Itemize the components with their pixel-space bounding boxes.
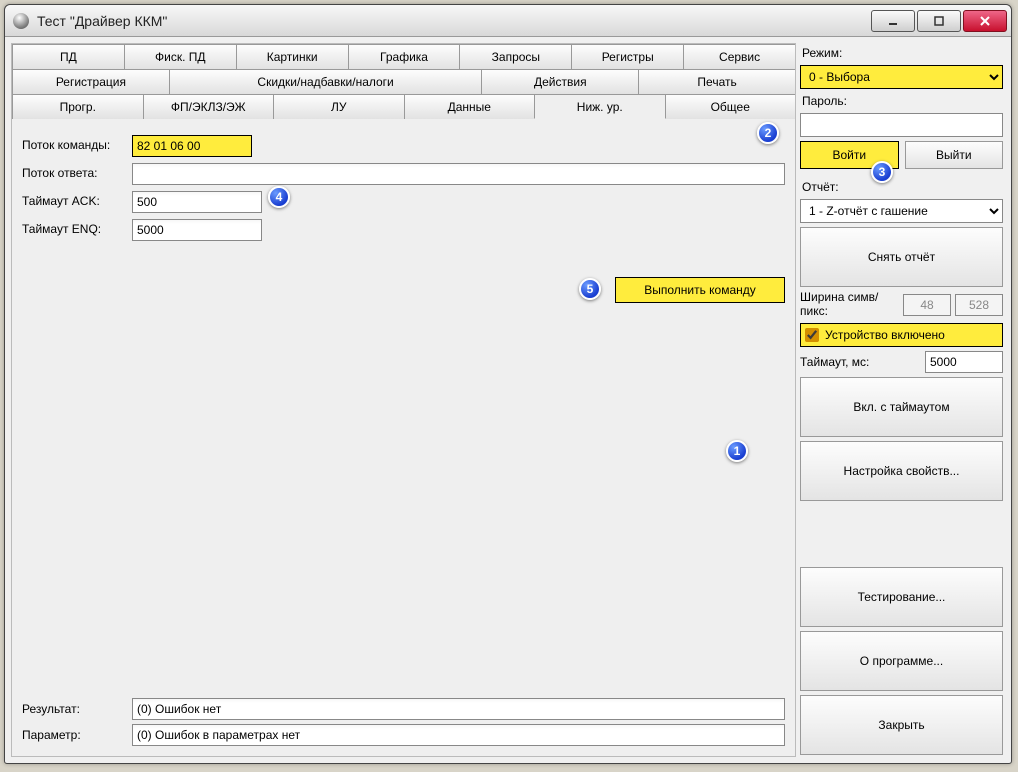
device-on-checkbox[interactable] [805,328,819,342]
tab-print[interactable]: Печать [638,69,796,94]
about-button[interactable]: О программе... [800,631,1003,691]
mode-label: Режим: [800,45,1003,61]
tab-fisk-pd[interactable]: Фиск. ПД [124,44,237,69]
maximize-button[interactable] [917,10,961,32]
callout-3: 3 [871,161,893,183]
tab-discounts[interactable]: Скидки/надбавки/налоги [169,69,483,94]
timeout-label: Таймаут, мс: [800,355,919,369]
result-input[interactable] [132,698,785,720]
mode-select[interactable]: 0 - Выбора [800,65,1003,89]
ack-timeout-label: Таймаут ACK: [22,191,132,210]
close-window-button[interactable] [963,10,1007,32]
tab-general[interactable]: Общее [665,94,797,119]
tab-progr[interactable]: Прогр. [12,94,144,119]
callout-1: 1 [726,440,748,462]
timeout-input[interactable] [925,351,1003,373]
tab-fp[interactable]: ФП/ЭКЛЗ/ЭЖ [143,94,275,119]
close-button[interactable]: Закрыть [800,695,1003,755]
device-on-label: Устройство включено [825,328,945,342]
tab-low-level[interactable]: Ниж. ур. [534,94,666,119]
resp-stream-input[interactable] [132,163,785,185]
right-panel: Режим: 0 - Выбора Пароль: Войти Выйти 3 … [800,43,1005,757]
ack-timeout-input[interactable] [132,191,262,213]
tab-queries[interactable]: Запросы [459,44,572,69]
logout-button[interactable]: Выйти [905,141,1004,169]
settings-button[interactable]: Настройка свойств... [800,441,1003,501]
cmd-stream-label: Поток команды: [22,135,132,154]
width-chars-input[interactable] [903,294,951,316]
testing-button[interactable]: Тестирование... [800,567,1003,627]
password-input[interactable] [800,113,1003,137]
cmd-stream-input[interactable] [132,135,252,157]
param-input[interactable] [132,724,785,746]
param-label: Параметр: [22,728,132,742]
enq-timeout-input[interactable] [132,219,262,241]
callout-5: 5 [579,278,601,300]
main-panel: ПД Фиск. ПД Картинки Графика Запросы Рег… [11,43,796,757]
callout-4: 4 [268,186,290,208]
app-icon [13,13,29,29]
device-on-checkbox-row[interactable]: Устройство включено [800,323,1003,347]
tab-registration[interactable]: Регистрация [12,69,170,94]
take-report-button[interactable]: Снять отчёт [800,227,1003,287]
width-label: Ширина симв/пикс: [800,291,899,319]
password-label: Пароль: [800,93,1003,109]
execute-command-button[interactable]: Выполнить команду [615,277,785,303]
tab-pd[interactable]: ПД [12,44,125,69]
on-with-timeout-button[interactable]: Вкл. с таймаутом [800,377,1003,437]
app-window: Тест "Драйвер ККМ" ПД Фиск. ПД Картинки … [4,4,1012,764]
report-label: Отчёт: [800,179,1003,195]
tab-registers[interactable]: Регистры [571,44,684,69]
tab-graphics[interactable]: Графика [348,44,461,69]
resp-stream-label: Поток ответа: [22,163,132,182]
titlebar[interactable]: Тест "Драйвер ККМ" [5,5,1011,37]
tab-lu[interactable]: ЛУ [273,94,405,119]
width-pixels-input[interactable] [955,294,1003,316]
tab-pictures[interactable]: Картинки [236,44,349,69]
report-select[interactable]: 1 - Z-отчёт с гашение [800,199,1003,223]
tab-container: ПД Фиск. ПД Картинки Графика Запросы Рег… [12,44,795,119]
tab-data[interactable]: Данные [404,94,536,119]
minimize-button[interactable] [871,10,915,32]
tab-actions[interactable]: Действия [481,69,639,94]
result-label: Результат: [22,702,132,716]
tab-service[interactable]: Сервис [683,44,796,69]
enq-timeout-label: Таймаут ENQ: [22,219,132,238]
callout-2: 2 [757,122,779,144]
window-title: Тест "Драйвер ККМ" [37,13,871,29]
